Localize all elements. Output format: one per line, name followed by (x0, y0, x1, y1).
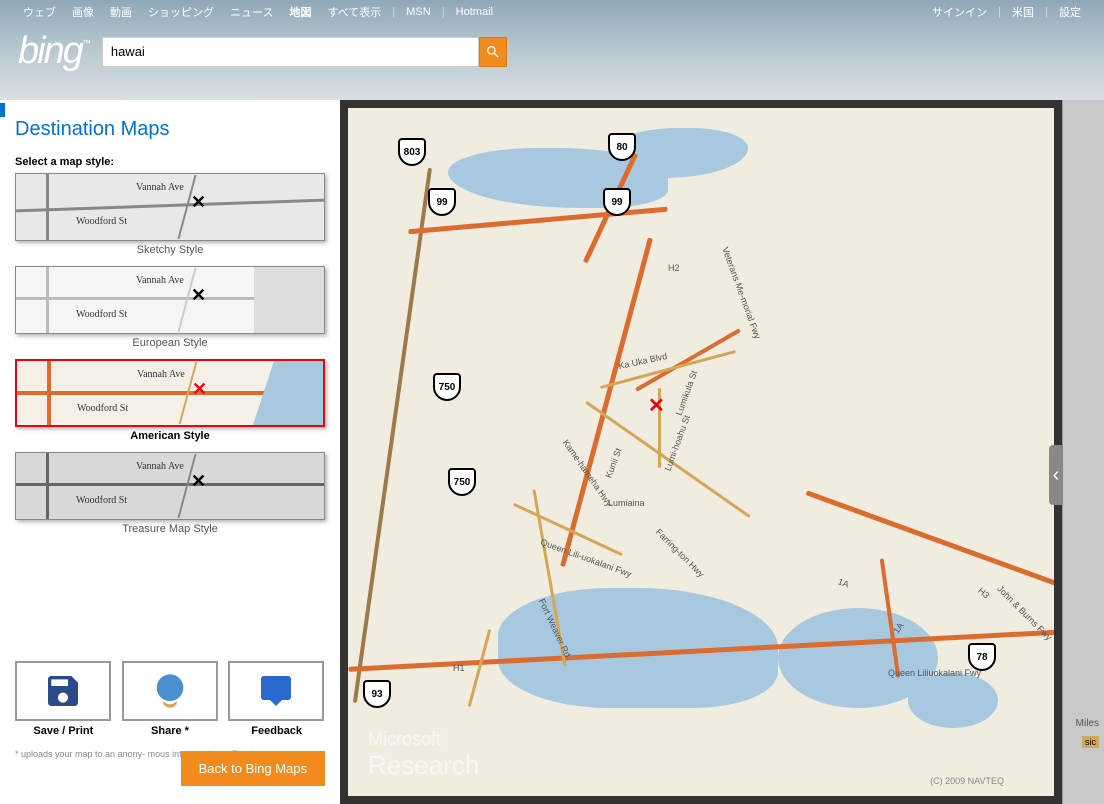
route-shield: 93 (363, 680, 391, 708)
speech-bubble-icon (254, 673, 298, 709)
nav-images[interactable]: 画像 (64, 4, 102, 20)
select-style-label: Select a map style: (15, 156, 325, 168)
style-sketchy[interactable]: Vannah Ave Woodford St ✕ Sketchy Style (15, 173, 325, 262)
style-european-label: European Style (15, 334, 325, 355)
sic-badge: sic (1082, 736, 1099, 748)
feedback-button[interactable]: Feedback (228, 661, 325, 737)
style-treasure-label: Treasure Map Style (15, 520, 325, 541)
style-american[interactable]: Vannah Ave Woodford St ✕ American Style (15, 359, 325, 448)
nav-shopping[interactable]: ショッピング (140, 4, 222, 20)
route-shield: 78 (968, 643, 996, 671)
nav-msn[interactable]: MSN (398, 6, 438, 18)
nav-web[interactable]: ウェブ (15, 4, 64, 20)
save-print-button[interactable]: Save / Print (15, 661, 112, 737)
sidebar: Destination Maps Select a map style: Van… (0, 100, 340, 804)
separator: | (389, 6, 398, 18)
search-box (102, 37, 507, 67)
style-treasure[interactable]: Vannah Ave Woodford St ✕ Treasure Map St… (15, 452, 325, 541)
top-nav: ウェブ 画像 動画 ショッピング ニュース 地図 すべて表示 | MSN | H… (0, 0, 1104, 20)
separator: | (1042, 6, 1051, 18)
bing-logo[interactable]: bing (18, 30, 82, 73)
nav-more[interactable]: すべて表示 (319, 4, 389, 20)
destination-marker: ✕ (648, 393, 665, 418)
route-shield: 99 (428, 188, 456, 216)
page-title: Destination Maps (15, 118, 325, 141)
share-button[interactable]: Share * (122, 661, 219, 737)
nav-settings[interactable]: 設定 (1051, 4, 1089, 20)
style-sketchy-label: Sketchy Style (15, 241, 325, 262)
route-shield: 803 (398, 138, 426, 166)
watermark: Microsoft Research (368, 729, 479, 781)
collapse-panel-button[interactable] (1049, 445, 1063, 505)
globe-icon (150, 671, 190, 711)
search-icon (485, 44, 501, 60)
header: ウェブ 画像 動画 ショッピング ニュース 地図 すべて表示 | MSN | H… (0, 0, 1104, 100)
route-shield: 99 (603, 188, 631, 216)
scale-label: Miles (1076, 718, 1099, 729)
search-button[interactable] (479, 37, 507, 67)
map-canvas[interactable]: 803 80 99 99 750 750 93 78 H2 Veterans M… (348, 108, 1054, 796)
route-shield: 80 (608, 133, 636, 161)
map-area[interactable]: 803 80 99 99 750 750 93 78 H2 Veterans M… (340, 100, 1062, 804)
search-input[interactable] (102, 37, 479, 67)
style-european[interactable]: Vannah Ave Woodford St ✕ European Style (15, 266, 325, 355)
nav-videos[interactable]: 動画 (102, 4, 140, 20)
separator: | (439, 6, 448, 18)
nav-news[interactable]: ニュース (222, 4, 281, 20)
nav-region[interactable]: 米国 (1004, 4, 1042, 20)
nav-maps[interactable]: 地図 (281, 4, 319, 20)
style-american-label: American Style (15, 427, 325, 448)
route-shield: 750 (448, 468, 476, 496)
nav-signin[interactable]: サインイン (924, 4, 995, 20)
route-shield: 750 (433, 373, 461, 401)
separator: | (995, 6, 1004, 18)
nav-hotmail[interactable]: Hotmail (448, 6, 501, 18)
floppy-icon (43, 671, 83, 711)
back-to-bing-maps-button[interactable]: Back to Bing Maps (181, 751, 325, 786)
copyright: (C) 2009 NAVTEQ (930, 776, 1004, 786)
right-panel: Miles sic (1062, 100, 1104, 804)
